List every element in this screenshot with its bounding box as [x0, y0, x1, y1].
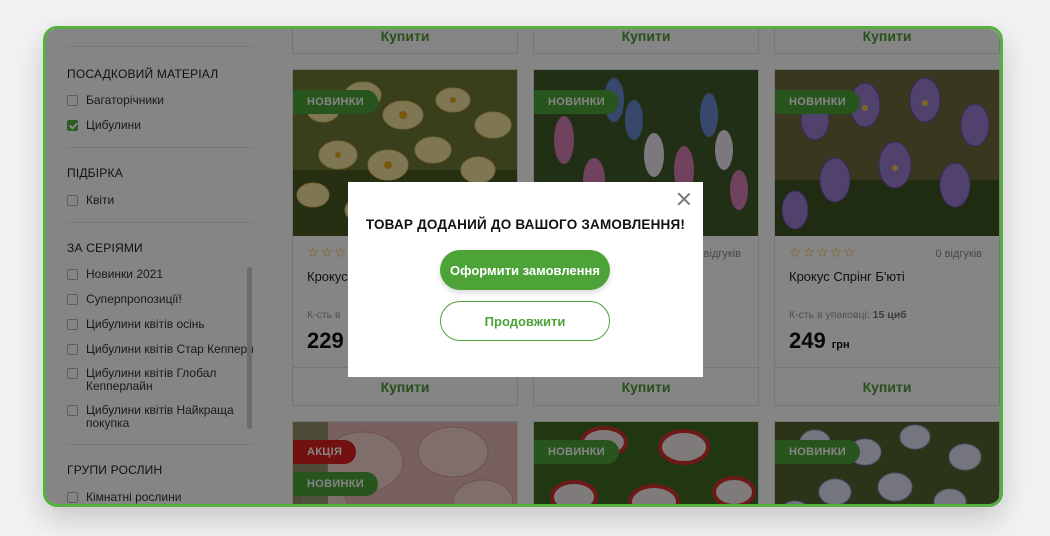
browser-frame: ПОСАДКОВИЙ МАТЕРІАЛ Багаторічники Цибули… [43, 26, 1003, 507]
continue-button[interactable]: Продовжити [440, 301, 610, 341]
added-to-order-modal: ТОВАР ДОДАНИЙ ДО ВАШОГО ЗАМОВЛЕННЯ! Офор… [348, 182, 703, 377]
close-icon[interactable] [677, 192, 691, 206]
page-content: ПОСАДКОВИЙ МАТЕРІАЛ Багаторічники Цибули… [46, 29, 1000, 504]
modal-title: ТОВАР ДОДАНИЙ ДО ВАШОГО ЗАМОВЛЕННЯ! [365, 217, 686, 232]
checkout-button[interactable]: Оформити замовлення [440, 250, 610, 290]
